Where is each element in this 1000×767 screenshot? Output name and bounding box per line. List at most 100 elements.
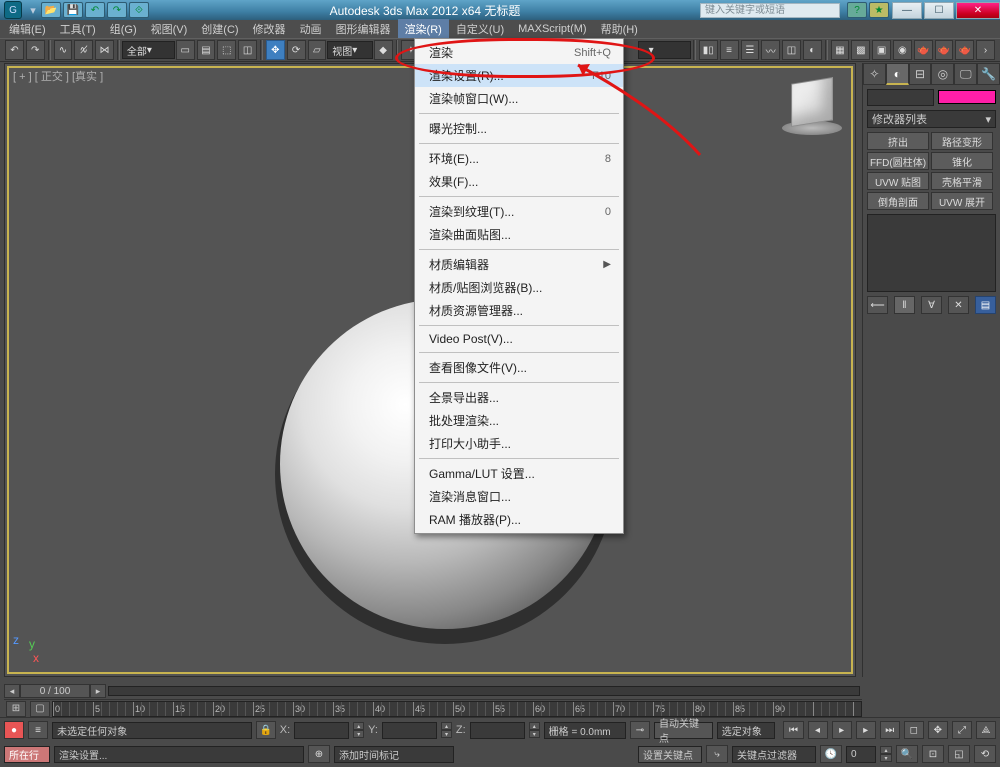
fov-icon[interactable]: ⟁ bbox=[976, 721, 996, 739]
maximize-button[interactable]: ☐ bbox=[924, 2, 954, 19]
menu-2[interactable]: 组(G) bbox=[103, 19, 144, 39]
stack-remove-icon[interactable]: ✕ bbox=[948, 296, 969, 314]
time-tag-field[interactable]: 添加时间标记 bbox=[334, 746, 454, 763]
display-tab-icon[interactable]: 🖵 bbox=[954, 63, 977, 85]
select-name-icon[interactable]: ▤ bbox=[197, 40, 216, 60]
modifier-button[interactable]: 挤出 bbox=[867, 132, 929, 150]
stack-show-icon[interactable]: ‖ bbox=[894, 296, 915, 314]
max-viewport-icon[interactable]: ◱ bbox=[948, 745, 970, 763]
key-mode-icon[interactable]: ⊸ bbox=[630, 721, 650, 739]
teapot-icon[interactable]: 🫖 bbox=[955, 40, 974, 60]
menu-item[interactable]: 全景导出器... bbox=[415, 386, 623, 409]
macro-rec-icon[interactable]: ● bbox=[4, 721, 24, 739]
menu-6[interactable]: 动画 bbox=[293, 19, 329, 39]
qat-chevron-icon[interactable]: ▾ bbox=[26, 4, 40, 17]
script-listener-icon[interactable]: ≡ bbox=[28, 721, 48, 739]
x-field[interactable] bbox=[294, 722, 349, 739]
zoom-all-icon[interactable]: ⊡ bbox=[922, 745, 944, 763]
render-prod-icon[interactable]: 🫖 bbox=[914, 40, 933, 60]
mirror-icon[interactable]: ▮▯ bbox=[699, 40, 718, 60]
menu-5[interactable]: 修改器 bbox=[246, 19, 293, 39]
bind-icon[interactable]: ⋈ bbox=[95, 40, 114, 60]
object-color-swatch[interactable] bbox=[938, 90, 997, 104]
y-field[interactable] bbox=[382, 722, 437, 739]
redo-icon[interactable]: ↷ bbox=[26, 40, 45, 60]
window-crossing-icon[interactable]: ◫ bbox=[238, 40, 257, 60]
modifier-button[interactable]: 路径变形 bbox=[931, 132, 993, 150]
infocenter-icon[interactable]: ? bbox=[847, 2, 867, 18]
snap-toggle-icon[interactable]: ⊕ bbox=[308, 745, 330, 763]
modifier-button[interactable]: 壳格平滑 bbox=[931, 172, 993, 190]
zoom-icon[interactable]: 🔍 bbox=[896, 745, 918, 763]
menu-item[interactable]: 材质编辑器▶ bbox=[415, 253, 623, 276]
move-icon[interactable]: ✥ bbox=[266, 40, 285, 60]
menu-item[interactable]: 环境(E)...8 bbox=[415, 147, 623, 170]
trackbar-filter-icon[interactable]: ▢ bbox=[30, 701, 50, 717]
rect-select-icon[interactable]: ⬚ bbox=[217, 40, 236, 60]
menu-0[interactable]: 编辑(E) bbox=[2, 19, 53, 39]
goto-end-icon[interactable]: ⏭ bbox=[880, 721, 900, 739]
menu-item[interactable]: 查看图像文件(V)... bbox=[415, 356, 623, 379]
modifier-button[interactable]: UVW 展开 bbox=[931, 192, 993, 210]
time-prev-icon[interactable]: ◂ bbox=[4, 684, 20, 698]
render-setup-icon[interactable]: ▦ bbox=[831, 40, 850, 60]
material-editor-icon[interactable]: ◐ bbox=[803, 40, 822, 60]
qat-redo-icon[interactable]: ↷ bbox=[107, 2, 127, 18]
qat-link-icon[interactable]: ⟐ bbox=[129, 2, 149, 18]
qat-save-icon[interactable]: 💾 bbox=[63, 2, 83, 18]
render-icon[interactable]: ▣ bbox=[872, 40, 891, 60]
layers-icon[interactable]: ☰ bbox=[741, 40, 760, 60]
menu-item[interactable]: 渲染Shift+Q bbox=[415, 41, 623, 64]
pan-icon[interactable]: ✥ bbox=[928, 721, 948, 739]
hierarchy-tab-icon[interactable]: ⊟ bbox=[909, 63, 932, 85]
trackbar-ruler[interactable]: 051015202530354045505560657075808590 bbox=[52, 701, 862, 717]
selection-filter-dropdown[interactable]: 全部 ▾ bbox=[122, 41, 175, 59]
create-tab-icon[interactable]: ✧ bbox=[863, 63, 886, 85]
star-icon[interactable]: ★ bbox=[869, 2, 889, 18]
menu-item[interactable]: 效果(F)... bbox=[415, 170, 623, 193]
link-icon[interactable]: ∿ bbox=[54, 40, 73, 60]
selected-obj-dropdown[interactable]: 选定对象 bbox=[717, 722, 776, 739]
app-icon[interactable]: G bbox=[4, 1, 22, 19]
menu-item[interactable]: 渲染消息窗口... bbox=[415, 485, 623, 508]
menu-7[interactable]: 图形编辑器 bbox=[329, 19, 398, 39]
motion-tab-icon[interactable]: ◎ bbox=[931, 63, 954, 85]
modifier-stack[interactable] bbox=[867, 214, 996, 292]
lock-selection-icon[interactable]: 🔒 bbox=[256, 721, 276, 739]
modify-tab-icon[interactable]: ◐ bbox=[886, 63, 909, 85]
quick-render-icon[interactable]: ◉ bbox=[893, 40, 912, 60]
setkey-button[interactable]: 设置关键点 bbox=[638, 746, 702, 763]
named-sel-dropdown[interactable]: ▾ bbox=[638, 41, 691, 59]
modifier-list-dropdown[interactable]: 修改器列表▾ bbox=[867, 110, 996, 128]
viewcube[interactable] bbox=[789, 79, 835, 135]
ref-coord-dropdown[interactable]: 视图 ▾ bbox=[327, 41, 372, 59]
scale-icon[interactable]: ▱ bbox=[308, 40, 327, 60]
time-config-icon[interactable]: 🕓 bbox=[820, 745, 842, 763]
menu-item[interactable]: 渲染设置(R)...F10 bbox=[415, 64, 623, 87]
next-frame-icon[interactable]: ▸ bbox=[856, 721, 876, 739]
viewcube-cube-icon[interactable] bbox=[791, 77, 833, 127]
close-button[interactable]: ✕ bbox=[956, 2, 1000, 19]
menu-item[interactable]: 渲染帧窗口(W)... bbox=[415, 87, 623, 110]
more-icon[interactable]: › bbox=[976, 40, 995, 60]
render-iter-icon[interactable]: 🫖 bbox=[935, 40, 954, 60]
menu-item[interactable]: 批处理渲染... bbox=[415, 409, 623, 432]
time-slider[interactable]: ◂ 0 / 100 ▸ bbox=[4, 683, 862, 699]
menu-item[interactable]: 材质资源管理器... bbox=[415, 299, 623, 322]
menu-3[interactable]: 视图(V) bbox=[144, 19, 195, 39]
prev-frame-icon[interactable]: ◂ bbox=[808, 721, 828, 739]
isolate-icon[interactable]: ◻ bbox=[904, 721, 924, 739]
menu-9[interactable]: 自定义(U) bbox=[449, 19, 511, 39]
zoom-extents-icon[interactable]: ⤢ bbox=[952, 721, 972, 739]
key-filter-button[interactable]: 关键点过滤器 bbox=[732, 746, 816, 763]
time-next-icon[interactable]: ▸ bbox=[90, 684, 106, 698]
stack-unique-icon[interactable]: ∀ bbox=[921, 296, 942, 314]
modifier-button[interactable]: 锥化 bbox=[931, 152, 993, 170]
unlink-icon[interactable]: ∿̸ bbox=[74, 40, 93, 60]
menu-item[interactable]: 曝光控制... bbox=[415, 117, 623, 140]
minimize-button[interactable]: — bbox=[892, 2, 922, 19]
pivot-icon[interactable]: ◆ bbox=[374, 40, 393, 60]
menu-item[interactable]: 渲染曲面贴图... bbox=[415, 223, 623, 246]
stack-config-icon[interactable]: ▤ bbox=[975, 296, 996, 314]
render-frame-icon[interactable]: ▩ bbox=[851, 40, 870, 60]
